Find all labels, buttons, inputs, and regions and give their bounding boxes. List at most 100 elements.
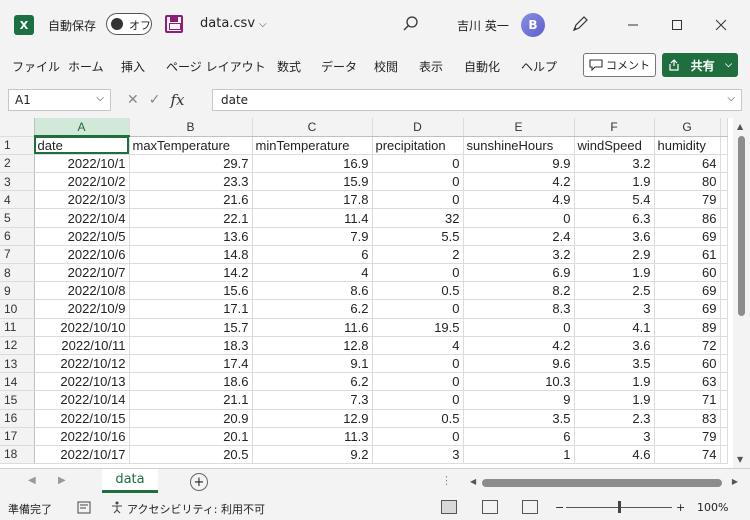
cell[interactable]: date (34, 136, 130, 155)
cell[interactable]: 79 (654, 427, 721, 446)
cell[interactable]: 6.2 (252, 299, 373, 319)
pen-icon[interactable] (570, 14, 590, 34)
cell[interactable] (720, 136, 728, 155)
cell[interactable]: 3.2 (574, 154, 655, 174)
cell[interactable]: 32 (372, 208, 464, 228)
row-header[interactable]: 7 (0, 245, 35, 265)
cell[interactable]: 9.6 (463, 354, 575, 374)
scroll-left-icon[interactable]: ◀ (470, 477, 476, 486)
cell[interactable]: 21.1 (129, 390, 253, 410)
row-header[interactable]: 13 (0, 354, 35, 374)
cell[interactable]: 8.2 (463, 281, 575, 301)
cell[interactable]: 15.9 (252, 172, 373, 192)
cell[interactable]: 80 (654, 172, 721, 192)
cell[interactable]: 2.4 (463, 227, 575, 246)
cell[interactable]: 17.1 (129, 299, 253, 319)
zoom-level[interactable]: 100% (697, 501, 728, 514)
cell[interactable]: 29.7 (129, 154, 253, 174)
cell[interactable]: 3 (574, 427, 655, 446)
cell[interactable]: 16.9 (252, 154, 373, 174)
cell[interactable]: 10.3 (463, 372, 575, 392)
cell[interactable]: 6 (463, 427, 575, 446)
cell[interactable]: 69 (654, 299, 721, 319)
name-box[interactable]: A1 ⌵ (8, 89, 111, 111)
cell[interactable]: 2022/10/14 (34, 390, 130, 410)
cell[interactable]: 69 (654, 227, 721, 246)
tab-automate[interactable]: 自動化 (464, 58, 500, 75)
sheet-tab-data[interactable]: data (102, 469, 158, 493)
row-header[interactable]: 17 (0, 427, 35, 446)
cell[interactable]: 3.6 (574, 227, 655, 246)
cell[interactable] (720, 208, 728, 228)
share-dropdown-chevron-icon[interactable]: ⌵ (725, 60, 732, 70)
cell[interactable]: 1.9 (574, 372, 655, 392)
cell[interactable]: 2022/10/4 (34, 208, 130, 228)
cell[interactable] (720, 445, 728, 465)
cell[interactable]: 21.6 (129, 190, 253, 210)
avatar[interactable]: B (521, 13, 545, 37)
cell[interactable]: 20.1 (129, 427, 253, 446)
cell[interactable]: windSpeed (574, 136, 655, 155)
cell[interactable]: 2 (372, 245, 464, 265)
cell[interactable]: 8.6 (252, 281, 373, 301)
cell[interactable]: 4 (252, 263, 373, 283)
tab-file[interactable]: ファイル (12, 58, 60, 75)
cell[interactable]: 4.2 (463, 172, 575, 192)
column-header-b[interactable]: B (129, 118, 253, 137)
cell[interactable] (720, 427, 728, 446)
cell[interactable] (720, 245, 728, 265)
expand-formula-chevron-icon[interactable]: ⌵ (727, 93, 735, 104)
cell[interactable]: 2022/10/5 (34, 227, 130, 246)
spreadsheet-grid[interactable]: ABCDEFG 1 date maxTemperature minTemperatur… (0, 118, 733, 468)
cell[interactable]: 3.5 (574, 354, 655, 374)
confirm-icon[interactable]: ✓ (149, 92, 161, 108)
cell[interactable]: 18.3 (129, 336, 253, 355)
cell[interactable]: 71 (654, 390, 721, 410)
cell[interactable]: 0 (372, 372, 464, 392)
cell[interactable]: 1.9 (574, 263, 655, 283)
cell[interactable]: 18.6 (129, 372, 253, 392)
cell[interactable]: 7.9 (252, 227, 373, 246)
tab-view[interactable]: 表示 (419, 58, 443, 75)
tab-page-layout[interactable]: ページ レイアウト (166, 58, 266, 75)
cell[interactable]: 60 (654, 263, 721, 283)
cell[interactable]: humidity (654, 136, 721, 155)
cell[interactable]: 8.3 (463, 299, 575, 319)
cell[interactable]: 0 (372, 190, 464, 210)
cell[interactable]: 0 (463, 318, 575, 337)
cell[interactable]: 6.3 (574, 208, 655, 228)
horizontal-scrollbar[interactable]: ◀ ▶ (470, 477, 738, 489)
cell[interactable]: 3.6 (574, 336, 655, 355)
column-header-a[interactable]: A (34, 118, 130, 138)
minimize-button[interactable] (622, 14, 644, 36)
cell[interactable]: 6.2 (252, 372, 373, 392)
column-header-e[interactable]: E (463, 118, 575, 137)
cell[interactable]: 14.2 (129, 263, 253, 283)
cell[interactable]: 19.5 (372, 318, 464, 337)
formula-input[interactable]: date ⌵ (212, 89, 742, 111)
cell[interactable]: 83 (654, 409, 721, 428)
column-header-overflow[interactable] (720, 118, 728, 137)
cell[interactable]: 0 (372, 354, 464, 374)
tab-formulas[interactable]: 数式 (277, 58, 301, 75)
cell[interactable]: 89 (654, 318, 721, 337)
cell[interactable]: 17.4 (129, 354, 253, 374)
cell[interactable]: 2022/10/16 (34, 427, 130, 446)
cell[interactable]: 1.9 (574, 172, 655, 192)
cell[interactable] (720, 154, 728, 174)
cell[interactable]: 4.9 (463, 190, 575, 210)
vertical-scrollbar[interactable]: ▲ ▼ (733, 118, 750, 468)
cell[interactable] (720, 318, 728, 337)
accessibility-icon[interactable] (110, 501, 124, 514)
cell[interactable] (720, 299, 728, 319)
cell[interactable]: 60 (654, 354, 721, 374)
cell[interactable]: 12.9 (252, 409, 373, 428)
cell[interactable]: 4.1 (574, 318, 655, 337)
cell[interactable]: 3.5 (463, 409, 575, 428)
row-header[interactable]: 9 (0, 281, 35, 301)
cell[interactable]: 0 (372, 427, 464, 446)
cell[interactable]: 2022/10/15 (34, 409, 130, 428)
cell[interactable]: 2.3 (574, 409, 655, 428)
column-header-f[interactable]: F (574, 118, 655, 137)
cell[interactable] (720, 263, 728, 283)
